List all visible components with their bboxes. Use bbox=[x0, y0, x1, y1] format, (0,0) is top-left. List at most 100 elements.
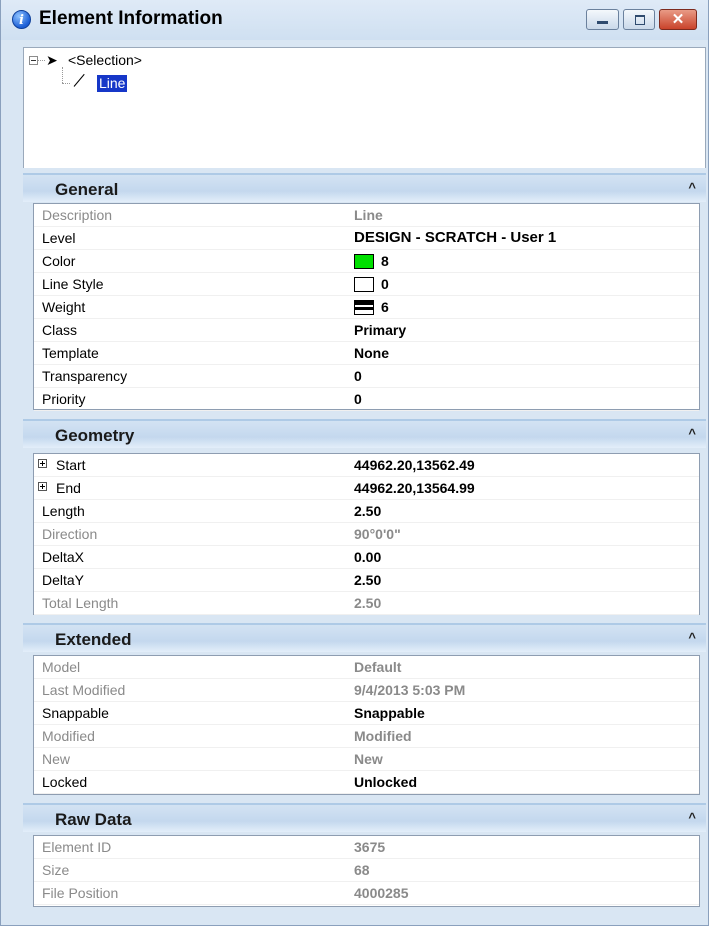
property-value: Default bbox=[354, 659, 402, 675]
section-title: Raw Data bbox=[55, 810, 132, 829]
property-label: Total Length bbox=[42, 595, 119, 611]
property-row[interactable]: Model Default bbox=[34, 656, 699, 679]
property-label: Last Modified bbox=[42, 682, 126, 698]
tree-connector bbox=[38, 60, 45, 61]
property-row[interactable]: Snappable Snappable bbox=[34, 702, 699, 725]
property-label: File Position bbox=[42, 885, 119, 901]
maximize-button[interactable] bbox=[623, 9, 655, 30]
section-header-general[interactable]: General ^ bbox=[23, 173, 706, 202]
tree-root-selection[interactable]: <Selection> bbox=[68, 52, 142, 68]
property-row[interactable]: Weight 6 bbox=[34, 296, 699, 319]
line-icon bbox=[73, 73, 85, 87]
property-row[interactable]: Element ID 3675 bbox=[34, 836, 699, 859]
line-weight-icon bbox=[354, 300, 374, 315]
property-value: New bbox=[354, 751, 383, 767]
property-row[interactable]: End 44962.20,13564.99 bbox=[34, 477, 699, 500]
property-value: 0 bbox=[354, 368, 362, 384]
property-row[interactable]: Start 44962.20,13562.49 bbox=[34, 454, 699, 477]
property-value: 44962.20,13564.99 bbox=[354, 480, 475, 496]
property-row[interactable]: Length 2.50 bbox=[34, 500, 699, 523]
property-row[interactable]: Size 68 bbox=[34, 859, 699, 882]
property-label: Description bbox=[42, 207, 113, 223]
close-button[interactable]: ✕ bbox=[659, 9, 697, 30]
property-label: Element ID bbox=[42, 839, 112, 855]
property-row[interactable]: File Position 4000285 bbox=[34, 882, 699, 905]
tree-connector bbox=[62, 67, 63, 83]
property-row[interactable]: New New bbox=[34, 748, 699, 771]
property-row[interactable]: Line Style 0 bbox=[34, 273, 699, 296]
properties-panel: General ^ Description Line Level DESIGN … bbox=[23, 168, 706, 916]
property-row[interactable]: Direction 90°0'0" bbox=[34, 523, 699, 546]
property-row[interactable]: Color 8 bbox=[34, 250, 699, 273]
chevron-up-icon[interactable]: ^ bbox=[688, 630, 696, 645]
property-row[interactable]: DeltaX 0.00 bbox=[34, 546, 699, 569]
property-value: 2.50 bbox=[354, 595, 382, 611]
expand-icon[interactable] bbox=[38, 459, 47, 468]
title-bar[interactable]: i Element Information ✕ bbox=[1, 0, 708, 40]
property-row[interactable]: Description Line bbox=[34, 204, 699, 227]
element-information-window: i Element Information ✕ ➤ <Selection> Li… bbox=[0, 0, 709, 926]
property-value: Primary bbox=[354, 322, 407, 338]
chevron-up-icon[interactable]: ^ bbox=[688, 180, 696, 195]
property-value: Unlocked bbox=[354, 774, 418, 790]
property-row[interactable]: Last Modified 9/4/2013 5:03 PM bbox=[34, 679, 699, 702]
property-row[interactable]: DeltaY 2.50 bbox=[34, 569, 699, 592]
property-label: Length bbox=[42, 503, 85, 519]
property-label: Class bbox=[42, 322, 78, 338]
property-value: Snappable bbox=[354, 705, 425, 721]
property-value: 44962.20,13562.49 bbox=[354, 457, 475, 473]
property-value-wrap: 6 bbox=[354, 296, 389, 318]
property-value: 0 bbox=[381, 276, 389, 292]
property-label: Size bbox=[42, 862, 70, 878]
property-label: Priority bbox=[42, 391, 86, 407]
property-value: 3675 bbox=[354, 839, 386, 855]
chevron-up-icon[interactable]: ^ bbox=[688, 810, 696, 825]
property-row[interactable]: Modified Modified bbox=[34, 725, 699, 748]
section-body-raw-data: Element ID 3675 Size 68 File Position 40… bbox=[33, 835, 700, 907]
property-value: 68 bbox=[354, 862, 370, 878]
property-label: DeltaX bbox=[42, 549, 85, 565]
chevron-up-icon[interactable]: ^ bbox=[688, 426, 696, 441]
property-value: 0 bbox=[354, 391, 362, 407]
property-label: Line Style bbox=[42, 276, 104, 292]
property-row[interactable]: Total Length 2.50 bbox=[34, 592, 699, 615]
section-header-extended[interactable]: Extended ^ bbox=[23, 623, 706, 652]
section-title: General bbox=[55, 180, 119, 199]
section-header-raw-data[interactable]: Raw Data ^ bbox=[23, 803, 706, 832]
property-row[interactable]: Transparency 0 bbox=[34, 365, 699, 388]
property-row[interactable]: Level DESIGN - SCRATCH - User 1 bbox=[34, 227, 699, 250]
property-value: Modified bbox=[354, 728, 412, 744]
property-row[interactable]: Locked Unlocked bbox=[34, 771, 699, 794]
property-row[interactable]: Class Primary bbox=[34, 319, 699, 342]
property-label: New bbox=[42, 751, 71, 767]
maximize-icon bbox=[635, 15, 645, 25]
property-label: Model bbox=[42, 659, 81, 675]
property-value: 8 bbox=[381, 253, 389, 269]
property-label: Modified bbox=[42, 728, 95, 744]
tree-connector bbox=[62, 83, 70, 84]
property-label: Direction bbox=[42, 526, 98, 542]
minimize-icon bbox=[597, 21, 608, 24]
property-label: Weight bbox=[42, 299, 86, 315]
property-label: End bbox=[56, 480, 81, 496]
window-title: Element Information bbox=[39, 8, 223, 29]
property-value: 4000285 bbox=[354, 885, 409, 901]
minimize-button[interactable] bbox=[586, 9, 619, 30]
property-label: DeltaY bbox=[42, 572, 85, 588]
section-title: Geometry bbox=[55, 426, 135, 445]
tree-collapse-icon[interactable] bbox=[29, 56, 38, 65]
info-icon: i bbox=[12, 10, 31, 29]
close-icon: ✕ bbox=[671, 11, 685, 28]
property-value: Line bbox=[354, 207, 383, 223]
property-value: 9/4/2013 5:03 PM bbox=[354, 682, 466, 698]
property-value: 90°0'0" bbox=[354, 526, 401, 542]
section-header-geometry[interactable]: Geometry ^ bbox=[23, 419, 706, 448]
property-row[interactable]: Priority 0 bbox=[34, 388, 699, 411]
property-label: Snappable bbox=[42, 705, 109, 721]
property-value: None bbox=[354, 345, 389, 361]
selection-tree[interactable]: ➤ <Selection> Line bbox=[23, 47, 706, 168]
property-value: 2.50 bbox=[354, 572, 382, 588]
property-row[interactable]: Template None bbox=[34, 342, 699, 365]
expand-icon[interactable] bbox=[38, 482, 47, 491]
tree-item-line[interactable]: Line bbox=[97, 75, 128, 92]
